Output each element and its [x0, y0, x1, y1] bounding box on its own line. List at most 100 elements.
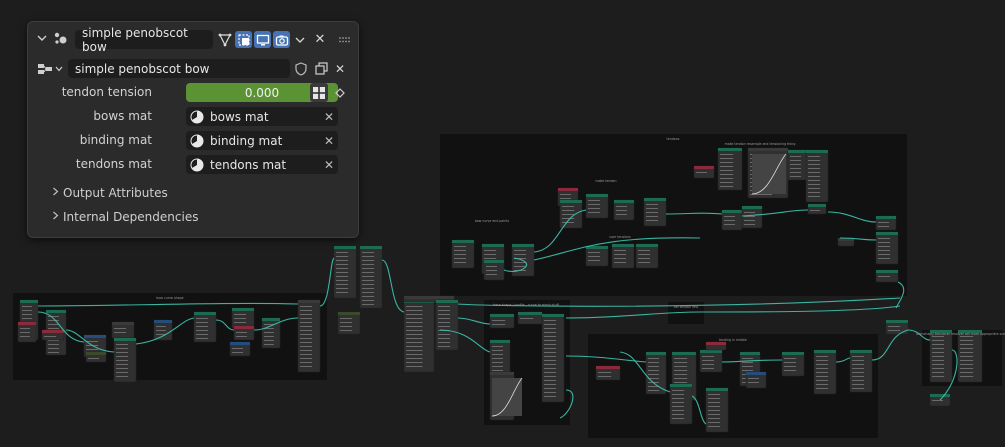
socket-row	[492, 346, 503, 347]
graph-node[interactable]	[611, 243, 635, 269]
socket-row	[362, 284, 375, 285]
socket-row	[114, 328, 127, 329]
socket-row	[878, 258, 891, 259]
socket-row	[544, 364, 557, 365]
graph-node-header	[452, 240, 474, 243]
socket-row	[300, 342, 313, 343]
clear-bows-mat-icon[interactable]: ✕	[320, 110, 338, 124]
socket-row	[720, 174, 734, 175]
socket-row	[454, 246, 467, 247]
socket-row	[702, 364, 715, 365]
graph-node[interactable]	[635, 243, 659, 269]
socket-row	[336, 272, 349, 273]
socket-row	[588, 260, 601, 261]
socket-row	[116, 372, 129, 373]
socket-row	[300, 362, 313, 363]
clear-binding-mat-icon[interactable]: ✕	[320, 134, 338, 148]
internal-dependencies-label: Internal Dependencies	[63, 210, 199, 224]
tendons-mat-field[interactable]: tendons mat ✕	[186, 155, 338, 174]
socket-row	[562, 206, 575, 207]
edit-mode-toggle[interactable]	[216, 31, 233, 48]
internal-dependencies-subpanel[interactable]: Internal Dependencies	[52, 210, 198, 224]
socket-row	[340, 330, 353, 331]
socket-row	[674, 362, 688, 363]
socket-row	[340, 326, 353, 327]
socket-row	[614, 262, 627, 263]
socket-row	[638, 254, 651, 255]
graph-node-header	[232, 308, 254, 311]
socket-row	[438, 342, 451, 343]
graph-node[interactable]	[585, 193, 609, 219]
frame-label: tendons	[667, 137, 680, 141]
graph-node-header	[746, 372, 766, 375]
clear-tendons-mat-icon[interactable]: ✕	[320, 158, 338, 172]
node-group-name-field[interactable]: simple penobscot bow	[68, 59, 290, 78]
socket-row	[544, 344, 557, 345]
chevron-down-icon[interactable]	[36, 31, 48, 45]
graph-node[interactable]	[875, 231, 899, 265]
socket-row	[22, 318, 32, 319]
graph-node-header	[234, 326, 254, 329]
socket-row	[116, 360, 129, 361]
graph-node[interactable]	[781, 351, 805, 377]
socket-row	[234, 318, 247, 319]
modifier-name-field[interactable]: simple penobscot bow	[75, 26, 213, 54]
socket-row	[264, 336, 274, 337]
graph-node-header	[612, 244, 634, 247]
attribute-toggle-icon[interactable]	[310, 83, 328, 102]
render-toggle[interactable]	[273, 31, 290, 48]
socket-row	[808, 196, 821, 197]
graph-node-header	[518, 312, 542, 315]
socket-row	[674, 374, 688, 375]
binding-mat-field[interactable]: binding mat ✕	[186, 131, 338, 150]
socket-row	[492, 362, 503, 363]
socket-row	[638, 262, 651, 263]
socket-row	[406, 346, 423, 347]
socket-row	[720, 154, 734, 155]
socket-row	[438, 310, 451, 311]
socket-row	[720, 186, 734, 187]
socket-row	[544, 376, 557, 377]
shield-icon[interactable]	[293, 59, 309, 78]
socket-row	[22, 310, 32, 311]
node-group-browse[interactable]	[37, 59, 65, 78]
socket-row	[156, 326, 166, 327]
socket-row	[544, 340, 557, 341]
socket-row	[720, 170, 734, 171]
drag-handle-icon[interactable]	[337, 31, 351, 48]
socket-row	[406, 310, 423, 311]
graph-node-header	[614, 200, 634, 203]
graph-node-header	[876, 216, 896, 219]
socket-row	[708, 410, 721, 411]
socket-row	[232, 352, 243, 353]
vertex-triangle-icon	[218, 33, 232, 47]
material-sphere-icon	[190, 110, 204, 124]
duplicate-icon[interactable]	[313, 59, 329, 78]
socket-row	[544, 320, 557, 321]
tendon-tension-label: tendon tension	[61, 85, 152, 99]
socket-row	[300, 354, 313, 355]
socket-row	[672, 418, 685, 419]
socket-row	[362, 292, 375, 293]
bows-mat-field[interactable]: bows mat ✕	[186, 107, 338, 126]
bows-mat-value: bows mat	[210, 109, 269, 124]
socket-row	[196, 338, 209, 339]
socket-row	[406, 326, 423, 327]
socket-row	[48, 344, 59, 345]
socket-row	[438, 322, 451, 323]
close-icon[interactable]: ✕	[313, 31, 327, 48]
socket-row	[264, 332, 274, 333]
keyframe-diamond-icon[interactable]	[333, 83, 347, 102]
socket-row	[336, 288, 349, 289]
dropdown-chevron-icon[interactable]	[293, 31, 307, 48]
output-attributes-subpanel[interactable]: Output Attributes	[52, 186, 168, 200]
socket-row	[406, 330, 423, 331]
socket-row	[672, 390, 685, 391]
unlink-close-icon[interactable]: ✕	[332, 59, 348, 78]
graph-node-header	[262, 318, 280, 321]
socket-row	[544, 396, 557, 397]
socket-row	[484, 250, 497, 251]
viewport-toggle[interactable]	[254, 31, 271, 48]
on-cage-toggle[interactable]	[235, 31, 252, 48]
socket-row	[878, 238, 891, 239]
